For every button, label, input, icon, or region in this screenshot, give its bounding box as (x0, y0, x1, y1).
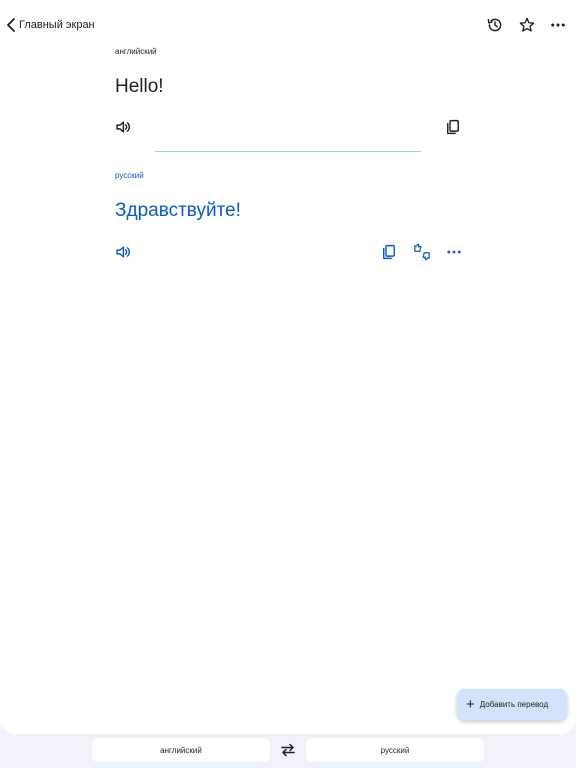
back-button-label: Главный экран (19, 19, 95, 31)
target-language-label: русский (115, 171, 144, 180)
top-bar: Главный экран (0, 0, 576, 50)
speaker-icon[interactable] (114, 243, 132, 261)
history-icon[interactable] (486, 16, 504, 34)
chevron-left-icon (6, 18, 16, 32)
translation-screen: Главный экран английский Hello! русский … (0, 0, 576, 734)
target-language-selector[interactable]: русский (306, 738, 484, 762)
copy-icon[interactable] (380, 243, 398, 261)
add-translation-label: Добавить перевод (479, 700, 549, 709)
source-language-label: английский (115, 47, 157, 56)
source-text[interactable]: Hello! (115, 76, 164, 98)
speaker-icon[interactable] (114, 118, 132, 136)
section-divider (155, 151, 421, 152)
star-icon[interactable] (518, 16, 536, 34)
add-translation-button[interactable]: + Добавить перевод (457, 689, 567, 720)
swap-icon[interactable] (280, 743, 296, 757)
source-language-selector[interactable]: английский (92, 738, 270, 762)
copy-icon[interactable] (444, 118, 462, 136)
back-button[interactable]: Главный экран (6, 14, 95, 36)
more-icon[interactable] (549, 16, 567, 34)
language-bar: английский русский (0, 734, 576, 768)
feedback-icon[interactable] (413, 243, 431, 261)
plus-icon: + (466, 696, 475, 713)
translated-text[interactable]: Здравствуйте! (115, 200, 241, 222)
more-icon[interactable] (445, 243, 463, 261)
